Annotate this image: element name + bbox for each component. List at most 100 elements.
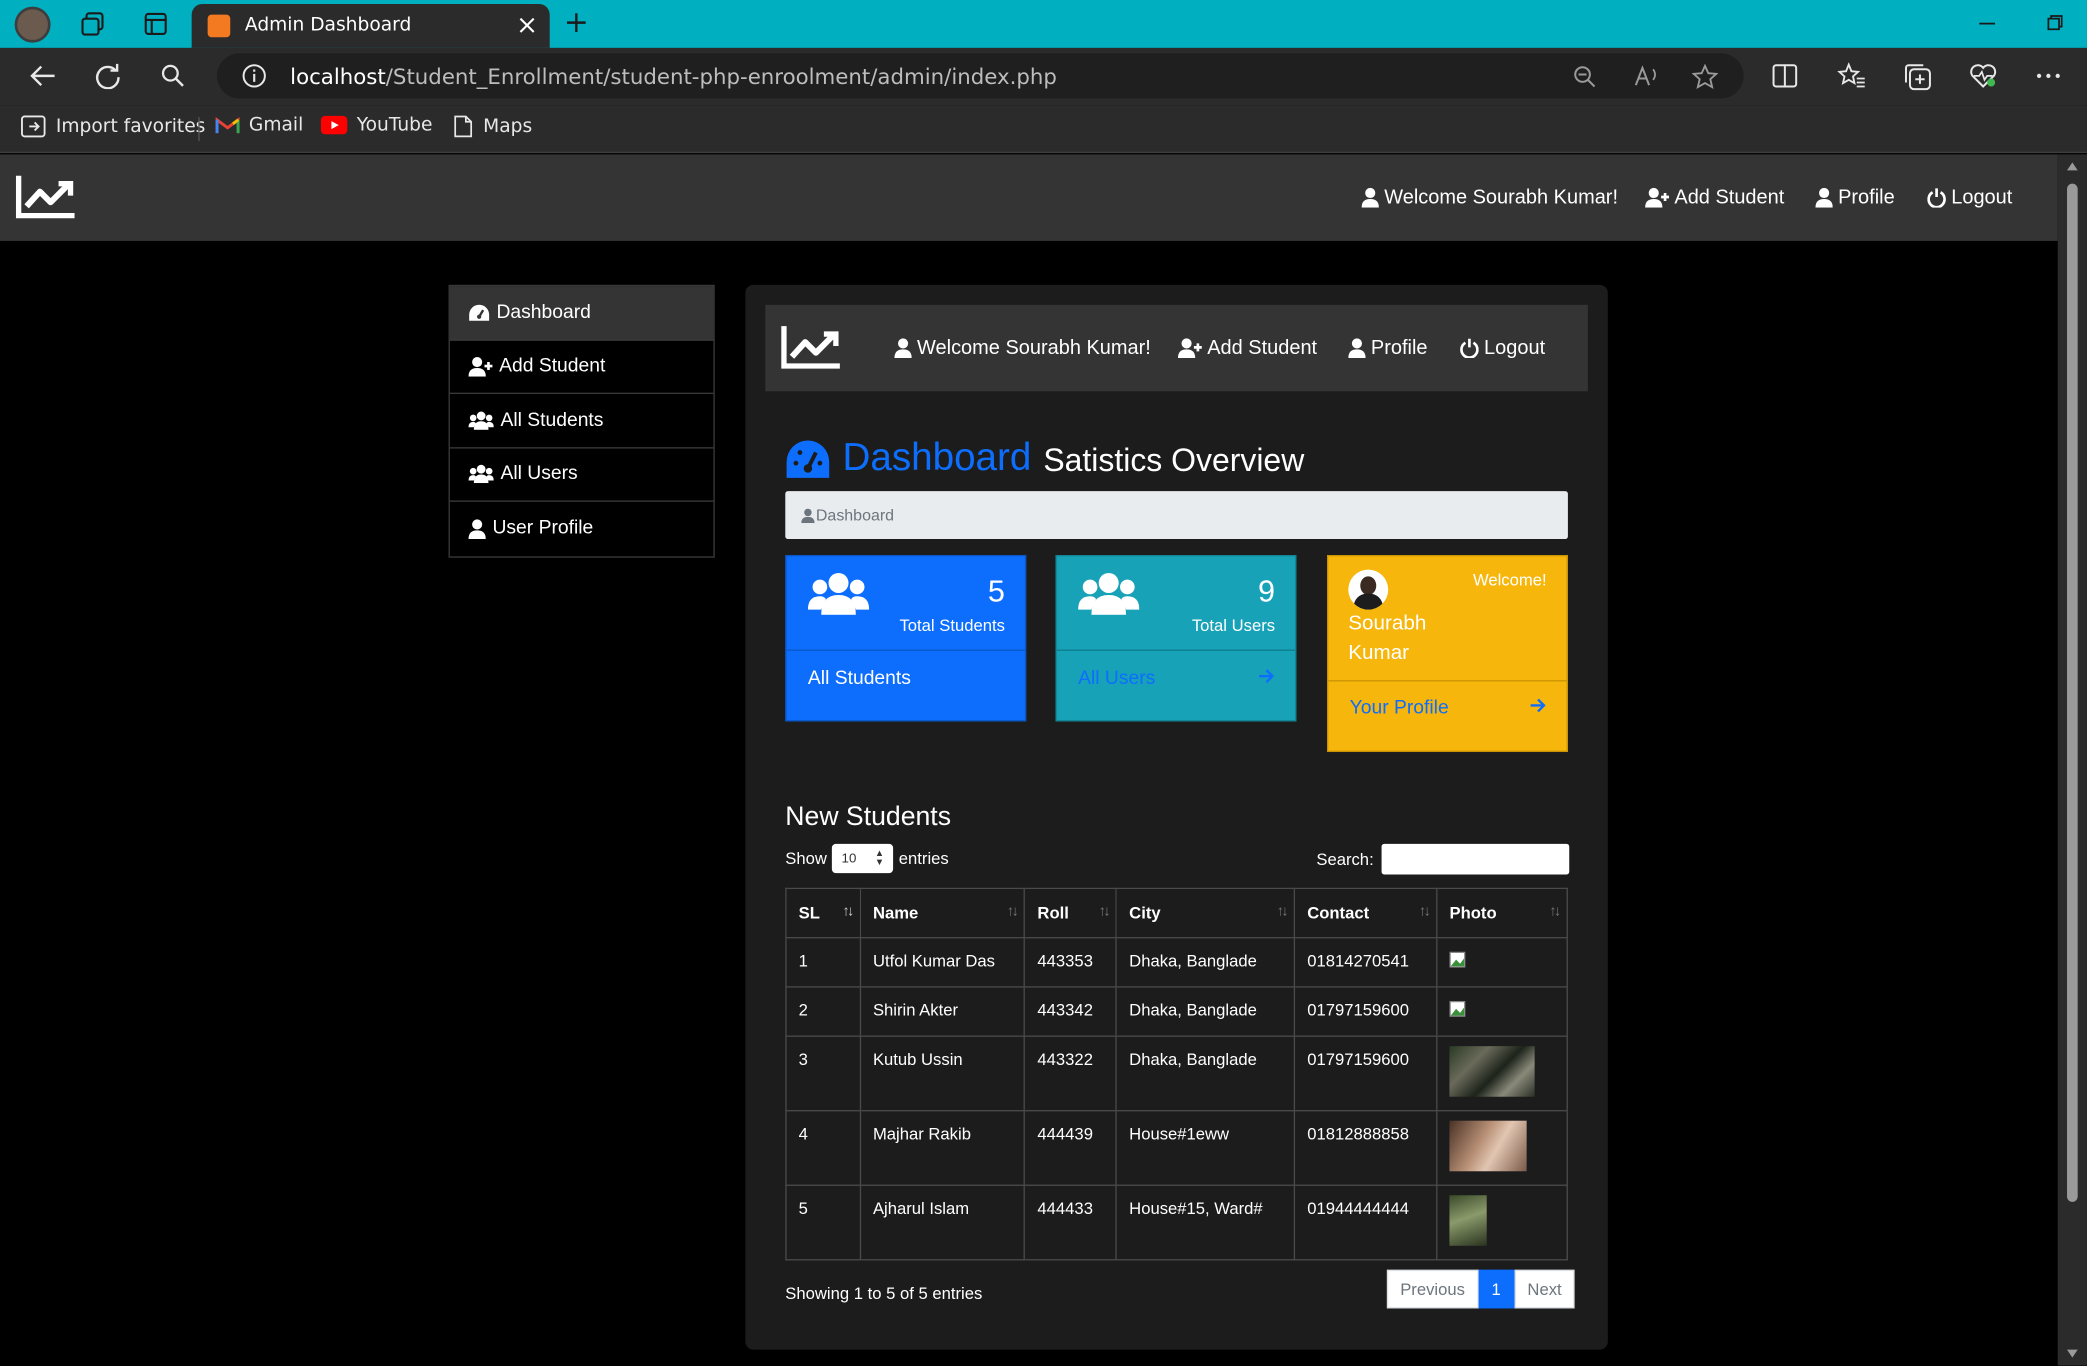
previous-button[interactable]: Previous xyxy=(1386,1269,1479,1309)
next-button[interactable]: Next xyxy=(1514,1269,1575,1309)
page-title: Dashboard xyxy=(842,436,1032,480)
all-users-link[interactable]: All Users xyxy=(1078,668,1155,689)
user-icon xyxy=(894,338,912,359)
nav-welcome[interactable]: Welcome Sourabh Kumar! xyxy=(1361,186,1618,209)
users-icon xyxy=(1078,572,1140,615)
minimize-icon[interactable] xyxy=(1979,22,1996,26)
user-plus-icon xyxy=(1177,338,1202,359)
fav-gmail[interactable]: Gmail xyxy=(215,114,303,136)
favorite-star-icon[interactable] xyxy=(1691,63,1719,90)
settings-more-icon[interactable] xyxy=(2036,73,2060,78)
user-plus-icon xyxy=(468,356,493,377)
sidebar-item-dashboard[interactable]: Dashboard xyxy=(449,286,714,341)
welcome-label: Welcome! xyxy=(1472,570,1547,590)
tab-actions-icon[interactable] xyxy=(144,12,168,36)
col-sl[interactable]: SL ↑↓ xyxy=(785,887,861,939)
scrollbar-thumb[interactable] xyxy=(2067,183,2078,1202)
sort-icon: ↑↓ xyxy=(842,903,854,920)
nav-profile[interactable]: Profile xyxy=(1815,186,1895,209)
table-row: 2 Shirin Akter 443342 Dhaka, Banglade 01… xyxy=(785,986,1568,1037)
fav-youtube[interactable]: YouTube xyxy=(320,114,432,136)
inner-navbar: Welcome Sourabh Kumar! Add Student Profi… xyxy=(765,304,1588,392)
col-name[interactable]: Name ↑↓ xyxy=(859,887,1026,939)
browser-toolbar: localhost/Student_Enrollment/student-php… xyxy=(0,47,2087,106)
students-count: 5 xyxy=(987,573,1005,609)
url-text[interactable]: localhost/Student_Enrollment/student-php… xyxy=(290,64,1057,89)
arrow-right-icon[interactable] xyxy=(1529,697,1546,713)
split-screen-icon[interactable] xyxy=(1772,63,1799,90)
dashboard-icon xyxy=(786,439,830,478)
page-subtitle: Satistics Overview xyxy=(1043,443,1305,480)
broken-image-icon xyxy=(1449,1000,1466,1017)
user-plus-icon xyxy=(1645,187,1670,208)
profile-name-last: Kumar xyxy=(1348,641,1410,665)
user-icon xyxy=(1361,187,1379,208)
entries-select[interactable]: 10 ▲ ▼ xyxy=(832,843,894,874)
arrow-right-icon[interactable] xyxy=(1258,668,1275,684)
sort-icon: ↑↓ xyxy=(1549,903,1561,920)
scroll-up-icon[interactable] xyxy=(2067,162,2078,171)
site-navbar: Welcome Sourabh Kumar! Add Student Profi… xyxy=(0,154,2058,241)
scrollbar[interactable] xyxy=(2057,154,2087,1366)
sort-icon: ↑↓ xyxy=(1418,903,1431,920)
logo-chart-icon[interactable] xyxy=(780,323,843,371)
profile-avatar[interactable] xyxy=(14,6,51,43)
dashboard-icon xyxy=(469,304,490,321)
col-photo[interactable]: Photo ↑↓ xyxy=(1436,887,1568,939)
table-row: 1 Utfol Kumar Das 443353 Dhaka, Banglade… xyxy=(785,937,1568,988)
user-icon xyxy=(1348,338,1366,359)
close-tab-icon[interactable] xyxy=(519,17,535,33)
inner-nav-logout[interactable]: Logout xyxy=(1460,337,1545,359)
inner-nav-profile[interactable]: Profile xyxy=(1348,337,1428,359)
page-1-button[interactable]: 1 xyxy=(1478,1269,1515,1309)
pagination: Previous 1 Next xyxy=(1386,1269,1575,1309)
your-profile-link[interactable]: Your Profile xyxy=(1350,697,1449,718)
page-icon xyxy=(454,115,473,138)
sidebar-item-user-profile[interactable]: User Profile xyxy=(450,502,714,556)
all-students-link[interactable]: All Students xyxy=(808,668,911,689)
inner-nav-welcome[interactable]: Welcome Sourabh Kumar! xyxy=(894,337,1151,359)
table-row: 5 Ajharul Islam 444433 House#15, Ward# 0… xyxy=(785,1184,1568,1261)
search-icon[interactable] xyxy=(161,64,185,88)
nav-add-student[interactable]: Add Student xyxy=(1645,186,1784,209)
favorites-icon[interactable] xyxy=(1837,62,1866,90)
import-icon xyxy=(21,115,46,138)
table-row: 4 Majhar Rakib 444439 House#1eww 0181288… xyxy=(785,1110,1568,1186)
entries-control: Show 10 ▲ ▼ entries xyxy=(785,843,949,874)
site-info-icon[interactable] xyxy=(242,64,266,88)
address-bar[interactable]: localhost/Student_Enrollment/student-php… xyxy=(216,53,1744,99)
new-tab-icon[interactable] xyxy=(566,12,587,33)
col-roll[interactable]: Roll ↑↓ xyxy=(1024,887,1118,939)
select-arrows-icon: ▲ ▼ xyxy=(874,849,885,868)
inner-nav-add-student[interactable]: Add Student xyxy=(1177,337,1317,359)
back-icon[interactable] xyxy=(29,64,56,88)
users-icon xyxy=(807,572,870,615)
zoom-icon[interactable] xyxy=(1573,65,1596,88)
users-count: 9 xyxy=(1258,573,1276,609)
sidebar-item-all-users[interactable]: All Users xyxy=(449,448,714,502)
logo-chart-icon[interactable] xyxy=(15,173,78,221)
refresh-icon[interactable] xyxy=(95,63,122,90)
fav-import-favorites[interactable]: Import favorites xyxy=(20,114,205,138)
sidebar-item-add-student[interactable]: Add Student xyxy=(449,340,714,394)
card-profile: Welcome! Sourabh Kumar Your Profile xyxy=(1326,555,1568,753)
workspaces-icon[interactable] xyxy=(80,12,107,36)
card-total-students: 5 Total Students All Students xyxy=(785,555,1027,722)
browser-tab-bar: Admin Dashboard xyxy=(0,0,2087,48)
page-heading: Dashboard Satistics Overview xyxy=(785,437,1304,481)
profile-name-first: Sourabh xyxy=(1348,612,1427,635)
search-input[interactable] xyxy=(1381,843,1570,875)
read-aloud-icon[interactable] xyxy=(1633,65,1660,88)
restore-icon[interactable] xyxy=(2047,15,2063,31)
collections-icon[interactable] xyxy=(1903,63,1932,92)
browser-essentials-icon[interactable] xyxy=(1969,63,1998,90)
sidebar-item-all-students[interactable]: All Students xyxy=(449,394,714,448)
col-contact[interactable]: Contact ↑↓ xyxy=(1293,887,1438,939)
fav-maps[interactable]: Maps xyxy=(453,114,532,138)
col-city[interactable]: City ↑↓ xyxy=(1115,887,1296,939)
nav-logout[interactable]: Logout xyxy=(1927,186,2012,209)
tab-admin-dashboard[interactable]: Admin Dashboard xyxy=(191,3,550,48)
scroll-down-icon[interactable] xyxy=(2067,1349,2078,1358)
profile-avatar xyxy=(1348,569,1389,610)
sort-icon: ↑↓ xyxy=(1098,903,1111,920)
